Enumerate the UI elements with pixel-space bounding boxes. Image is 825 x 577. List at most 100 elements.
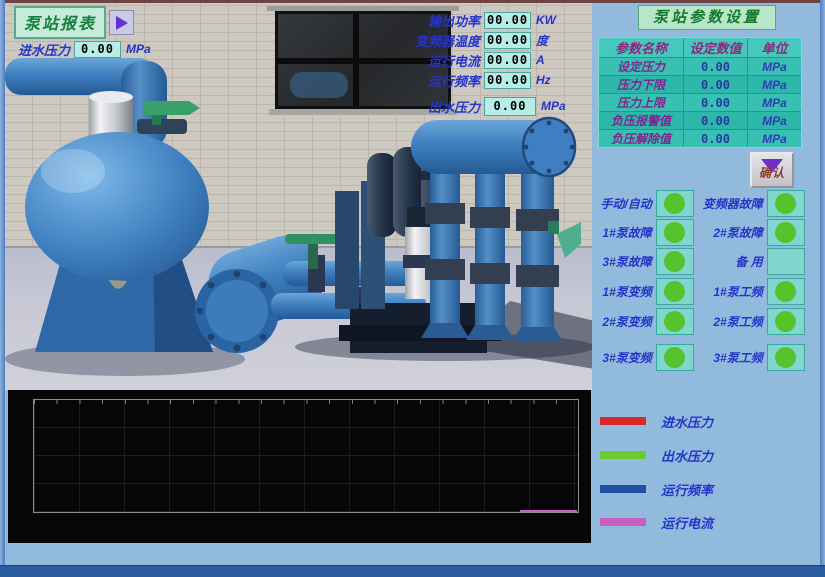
inlet-pressure-value: 0.00 <box>74 41 121 58</box>
green-lamp-icon <box>664 347 685 368</box>
pump-motor-1 <box>367 153 397 237</box>
outlet-pressure-readout: 出水压力 0.00 MPa <box>378 96 566 116</box>
trend-chart <box>8 390 591 543</box>
lamp-pump1-fault <box>656 219 694 246</box>
param-value[interactable]: 0.00 <box>684 76 747 93</box>
readout-value: 00.00 <box>484 32 531 49</box>
param-name: 负压解除值 <box>599 130 683 147</box>
indicator-row: 1#泵变频 1#泵工频 <box>590 278 805 305</box>
col-header-value: 设定数值 <box>684 38 747 57</box>
indicator-label: 手动/自动 <box>590 195 652 212</box>
indicator-row: 3#泵故障 备 用 <box>590 248 805 275</box>
indicator-label: 2#泵故障 <box>697 224 763 241</box>
readout-label: 运行电流 <box>378 51 480 70</box>
legend-swatch-run-frequency <box>600 485 646 493</box>
report-arrow-button[interactable] <box>109 10 134 35</box>
legend-swatch-run-current <box>600 518 646 526</box>
param-unit: MPa <box>748 58 801 75</box>
settings-panel-title: 泵站参数设置 <box>638 5 776 30</box>
legend-swatch-outlet-pressure <box>600 451 646 459</box>
report-button[interactable]: 泵站报表 <box>14 6 106 39</box>
top-frame-edge <box>0 0 825 3</box>
run-current-readout: 运行电流 00.00 A <box>378 50 545 70</box>
inlet-pressure-readout: 进水压力 0.00 MPa <box>12 39 151 59</box>
green-lamp-icon <box>775 281 796 302</box>
lamp-pump2-mains <box>767 308 805 335</box>
legend-label: 运行电流 <box>661 513 713 532</box>
readout-value: 00.00 <box>484 52 531 69</box>
param-unit: MPa <box>748 76 801 93</box>
indicator-label: 2#泵工频 <box>697 313 763 330</box>
axis-ticks <box>34 400 578 404</box>
green-lamp-icon <box>664 222 685 243</box>
legend-label: 运行频率 <box>661 480 713 499</box>
indicator-label: 1#泵故障 <box>590 224 652 241</box>
legend-item: 运行电流 <box>600 514 713 530</box>
col-header-name: 参数名称 <box>599 38 683 57</box>
indicator-label: 3#泵故障 <box>590 253 652 270</box>
indicator-label: 3#泵变频 <box>590 349 652 366</box>
run-current-trace <box>520 510 577 512</box>
readout-label: 变频器温度 <box>378 31 480 50</box>
bottom-frame-edge <box>0 565 825 577</box>
readout-unit: 度 <box>536 32 548 49</box>
readout-unit: KW <box>536 13 556 27</box>
param-value[interactable]: 0.00 <box>684 94 747 111</box>
indicator-label: 变频器故障 <box>697 195 763 212</box>
green-lamp-icon <box>664 193 685 214</box>
param-name: 设定压力 <box>599 58 683 75</box>
readout-label: 运行频率 <box>378 71 480 90</box>
param-unit: MPa <box>748 94 801 111</box>
green-valve-mid <box>285 234 343 244</box>
readout-value: 00.00 <box>484 72 531 89</box>
inverter-temp-readout: 变频器温度 00.00 度 <box>378 30 548 50</box>
lamp-pump1-mains <box>767 278 805 305</box>
col-header-unit: 单位 <box>748 38 801 57</box>
param-name: 压力下限 <box>599 76 683 93</box>
lamp-pump2-vfd <box>656 308 694 335</box>
param-value[interactable]: 0.00 <box>684 130 747 147</box>
param-unit: MPa <box>748 130 801 147</box>
green-lamp-icon <box>664 311 685 332</box>
indicator-label: 1#泵工频 <box>697 283 763 300</box>
legend-item: 出水压力 <box>600 447 713 463</box>
lamp-pump3-fault <box>656 248 694 275</box>
legend-swatch-inlet-pressure <box>600 417 646 425</box>
riser-pipe-1 <box>430 161 460 335</box>
hmi-screen: 泵站报表 进水压力 0.00 MPa 输出功率 00.00 KW 变频器温度 0… <box>0 0 825 577</box>
inlet-pressure-label: 进水压力 <box>12 40 70 59</box>
run-frequency-readout: 运行频率 00.00 Hz <box>378 70 551 90</box>
play-arrow-icon <box>116 16 128 30</box>
param-name: 压力上限 <box>599 94 683 111</box>
right-frame-edge <box>820 0 825 577</box>
confirm-button[interactable]: 确认 <box>750 152 794 188</box>
valve-pipe <box>137 119 187 134</box>
green-lamp-icon <box>775 193 796 214</box>
indicator-label: 备 用 <box>697 253 763 270</box>
lamp-pump3-mains <box>767 344 805 371</box>
readout-value: 00.00 <box>484 12 531 29</box>
legend-item: 进水压力 <box>600 413 713 429</box>
param-value[interactable]: 0.00 <box>684 58 747 75</box>
lamp-spare <box>767 248 805 275</box>
green-lamp-icon <box>664 281 685 302</box>
riser-pipe-2 <box>475 165 505 335</box>
lamp-manual-auto <box>656 190 694 217</box>
legend-item: 运行频率 <box>600 481 713 497</box>
indicator-row: 2#泵变频 2#泵工频 <box>590 308 805 335</box>
param-value[interactable]: 0.00 <box>684 112 747 129</box>
param-unit: MPa <box>748 112 801 129</box>
trend-plot-area <box>33 399 579 513</box>
manifold-end-cap <box>523 118 575 176</box>
lamp-pump3-vfd <box>656 344 694 371</box>
green-lamp-icon <box>775 347 796 368</box>
settings-table: 参数名称 设定数值 单位 设定压力 0.00 MPa 压力下限 0.00 MPa… <box>598 37 802 148</box>
lamp-vfd-fault <box>767 190 805 217</box>
lamp-pump2-fault <box>767 219 805 246</box>
inlet-pressure-unit: MPa <box>126 42 151 56</box>
green-lamp-icon <box>664 251 685 272</box>
indicator-label: 3#泵工频 <box>697 349 763 366</box>
readout-unit: MPa <box>541 99 566 113</box>
indicator-label: 2#泵变频 <box>590 313 652 330</box>
output-power-readout: 输出功率 00.00 KW <box>378 10 556 30</box>
